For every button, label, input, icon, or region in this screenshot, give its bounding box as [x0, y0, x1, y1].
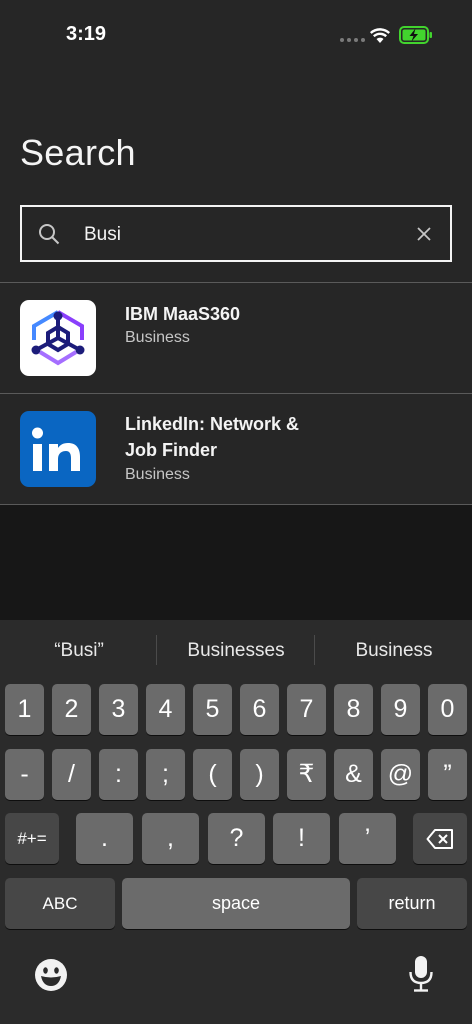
cellular-signal-icon: [340, 38, 365, 42]
page-title: Search: [20, 132, 136, 173]
key-question[interactable]: ?: [208, 813, 265, 864]
key-open-paren[interactable]: (: [193, 749, 232, 800]
abc-key[interactable]: ABC: [5, 878, 115, 929]
keyboard: “Busi” Businesses Business 1 2 3 4 5 6 7…: [0, 620, 472, 1024]
ibm-maas360-app-icon: [20, 300, 96, 376]
key-comma[interactable]: ,: [142, 813, 199, 864]
delete-key[interactable]: [413, 813, 467, 864]
battery-charging-icon: [399, 26, 432, 44]
wifi-icon: [369, 28, 391, 43]
suggestion-divider: [314, 635, 315, 665]
key-semicolon[interactable]: ;: [146, 749, 185, 800]
key-hyphen[interactable]: -: [5, 749, 44, 800]
key-2[interactable]: 2: [52, 684, 91, 735]
suggestion-businesses[interactable]: Businesses: [166, 640, 306, 662]
key-9[interactable]: 9: [381, 684, 420, 735]
key-apostrophe[interactable]: ’: [339, 813, 396, 864]
key-quote[interactable]: ”: [428, 749, 467, 800]
app-name: IBM MaaS360: [125, 304, 241, 324]
search-input[interactable]: [82, 217, 396, 253]
app-category: Business: [125, 466, 190, 483]
key-1[interactable]: 1: [5, 684, 44, 735]
key-5[interactable]: 5: [193, 684, 232, 735]
emoji-icon[interactable]: [34, 958, 68, 992]
space-key[interactable]: space: [122, 878, 350, 929]
suggestion-typed[interactable]: “Busi”: [20, 640, 138, 662]
key-7[interactable]: 7: [287, 684, 326, 735]
key-4[interactable]: 4: [146, 684, 185, 735]
key-exclamation[interactable]: !: [273, 813, 330, 864]
microphone-icon[interactable]: [408, 955, 434, 993]
suggestion-divider: [156, 635, 157, 665]
search-icon: [39, 224, 60, 245]
key-8[interactable]: 8: [334, 684, 373, 735]
clear-search-icon[interactable]: [414, 224, 434, 244]
key-rupee[interactable]: ₹: [287, 749, 326, 800]
symbols-key[interactable]: #+=: [5, 813, 59, 864]
key-6[interactable]: 6: [240, 684, 279, 735]
suggestion-business[interactable]: Business: [324, 640, 464, 662]
search-result-item[interactable]: IBM MaaS360 Business: [0, 282, 472, 393]
key-0[interactable]: 0: [428, 684, 467, 735]
key-period[interactable]: .: [76, 813, 133, 864]
key-at[interactable]: @: [381, 749, 420, 800]
return-key[interactable]: return: [357, 878, 467, 929]
search-field[interactable]: [20, 205, 452, 262]
app-name: LinkedIn: Network & Job Finder: [125, 414, 300, 460]
app-category: Business: [125, 329, 190, 346]
key-close-paren[interactable]: ): [240, 749, 279, 800]
key-slash[interactable]: /: [52, 749, 91, 800]
key-3[interactable]: 3: [99, 684, 138, 735]
backspace-icon: [426, 829, 453, 849]
key-ampersand[interactable]: &: [334, 749, 373, 800]
status-bar: 3:19: [0, 0, 472, 70]
key-colon[interactable]: :: [99, 749, 138, 800]
linkedin-app-icon: [20, 411, 96, 487]
search-result-item[interactable]: LinkedIn: Network & Job Finder Business: [0, 393, 472, 505]
status-time: 3:19: [66, 23, 107, 45]
